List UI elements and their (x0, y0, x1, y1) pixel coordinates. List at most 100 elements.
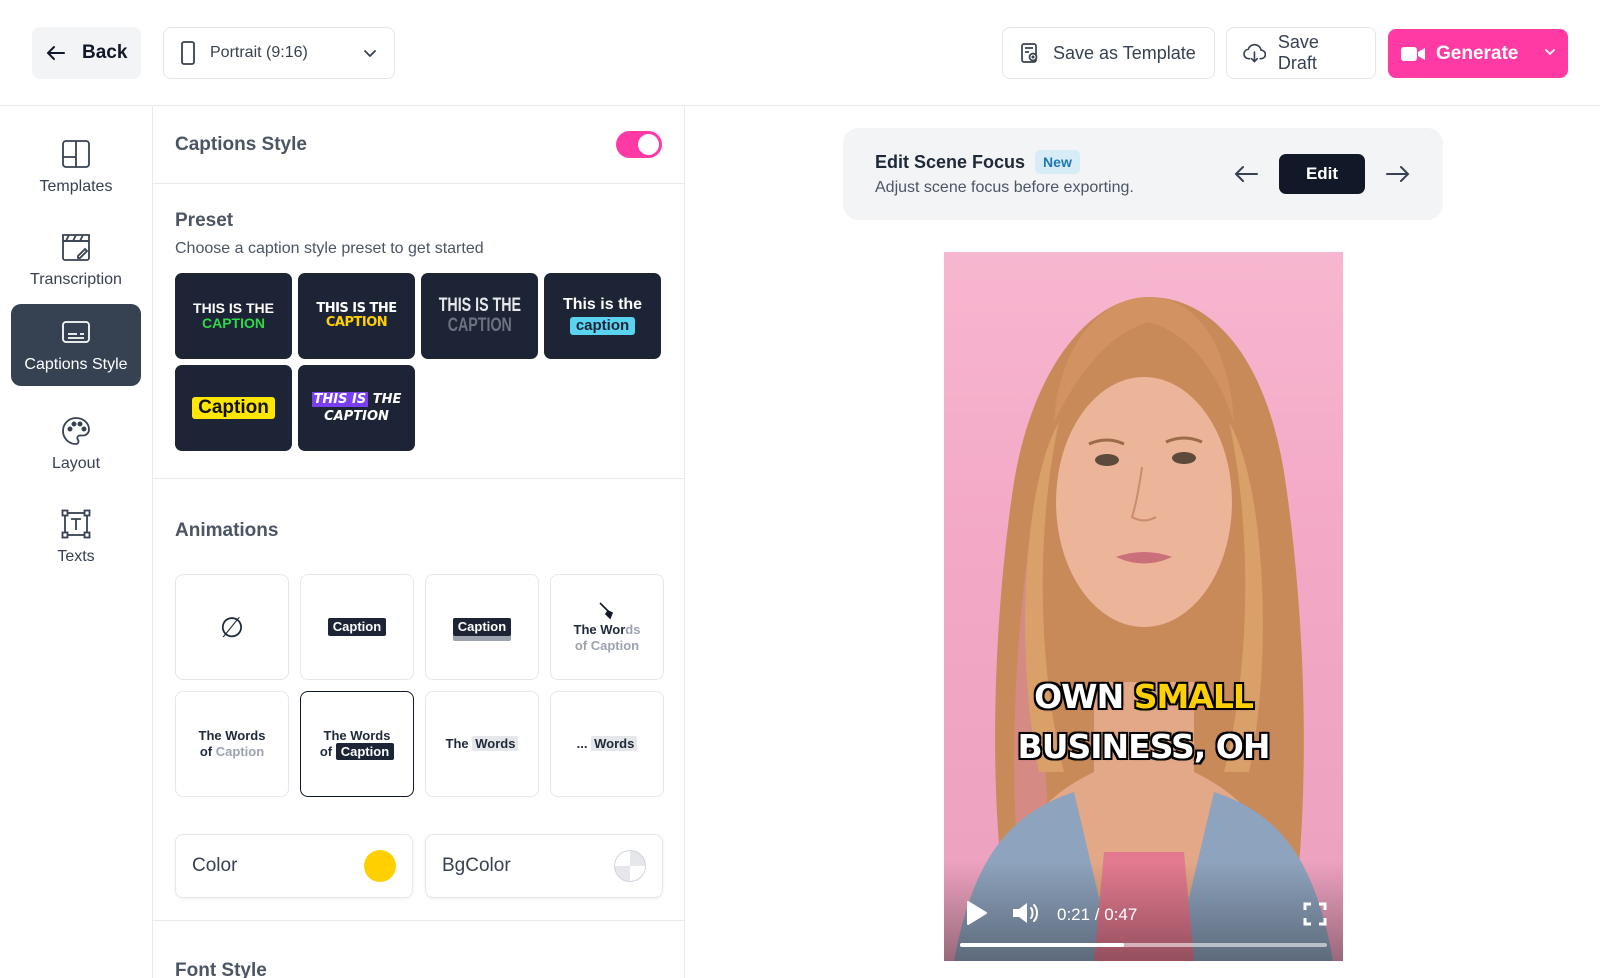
play-icon[interactable] (962, 899, 990, 927)
video-progress-bar[interactable] (960, 943, 1327, 947)
divider (153, 920, 684, 921)
preset-line: THIS IS THE (316, 301, 397, 317)
video-preview[interactable]: OWN SMALL BUSINESS, OH 0:21 / 0:47 (944, 252, 1343, 961)
preset-subtitle: Choose a caption style preset to get sta… (175, 240, 484, 257)
animation-text: Caption (215, 744, 265, 759)
generate-label: Generate (1436, 42, 1519, 64)
preset-line: CAPTION (447, 315, 512, 336)
animations-title: Animations (175, 520, 279, 541)
preset-card[interactable]: THIS IS THE CAPTION (175, 273, 292, 359)
animation-option[interactable]: The Words of Caption (175, 691, 289, 797)
templates-icon (62, 140, 90, 168)
preset-line: This is the (562, 296, 643, 314)
color-label: Color (192, 855, 238, 876)
preset-card[interactable]: Caption (175, 365, 292, 451)
preset-line: THIS IS THE (193, 300, 274, 317)
top-bar: Back Portrait (9:16) Save as Template Sa… (0, 0, 1600, 106)
panel-title: Captions Style (175, 133, 307, 155)
preset-line: Caption (192, 397, 275, 419)
animation-text: ds (625, 621, 641, 637)
color-swatch (364, 850, 396, 882)
animation-text: Words (591, 735, 638, 751)
preset-line: CAPTION (325, 315, 388, 330)
previous-button[interactable] (1229, 158, 1263, 190)
captions-icon (62, 321, 90, 343)
scene-subtitle: Adjust scene focus before exporting. (875, 179, 1134, 196)
animation-line: of Caption (319, 743, 395, 760)
nav-item-texts[interactable]: Texts (11, 496, 141, 578)
back-button[interactable]: Back (32, 27, 141, 79)
nav-label: Transcription (30, 271, 122, 288)
clapperboard-icon (62, 234, 90, 261)
fullscreen-icon[interactable] (1302, 901, 1328, 927)
save-draft-button[interactable]: Save Draft (1226, 27, 1376, 79)
nav-item-templates[interactable]: Templates (11, 126, 141, 208)
save-as-template-button[interactable]: Save as Template (1002, 27, 1215, 79)
preset-line: caption (569, 317, 636, 335)
animation-option[interactable]: Caption (300, 574, 414, 680)
phone-icon (181, 41, 195, 65)
animation-line: The Words (574, 622, 641, 638)
video-controls: 0:21 / 0:47 (944, 861, 1343, 961)
animation-option[interactable]: Caption (425, 574, 539, 680)
preset-card[interactable]: THIS IS THE CAPTION (298, 273, 415, 359)
nav-label: Layout (51, 455, 101, 472)
cloud-download-icon (1243, 43, 1266, 63)
preset-card[interactable]: THIS IS THE CAPTION (421, 273, 538, 359)
animation-text: ... (576, 735, 592, 751)
template-save-icon (1021, 43, 1038, 63)
animation-option[interactable]: The Words (425, 691, 539, 797)
caption-line-2: BUSINESS, OH (1017, 727, 1271, 766)
caption-line-1: OWN SMALL (944, 677, 1343, 716)
animation-text: Caption (335, 743, 395, 760)
preset-text: THE (372, 391, 402, 407)
video-progress-fill (960, 943, 1125, 947)
caption-word-highlight: SMALL (1133, 677, 1254, 716)
animation-text: of (319, 744, 336, 759)
aspect-ratio-select[interactable]: Portrait (9:16) (163, 27, 395, 79)
nav-item-layout[interactable]: Layout (11, 403, 141, 485)
no-animation-icon: ∅ (219, 611, 245, 643)
captions-toggle[interactable] (616, 131, 662, 158)
bgcolor-picker[interactable]: BgColor (425, 834, 663, 898)
preset-card[interactable]: This is the caption (544, 273, 661, 359)
new-badge: New (1035, 150, 1080, 174)
nav-label: Captions Style (24, 356, 128, 373)
animation-option-selected[interactable]: The Words of Caption (300, 691, 414, 797)
animation-line: ... Words (576, 735, 638, 752)
preset-card[interactable]: THIS IS THE CAPTION (298, 365, 415, 451)
chevron-down-icon (364, 50, 376, 58)
preset-line: CAPTION (324, 408, 389, 424)
edit-button[interactable]: Edit (1279, 154, 1365, 194)
arrow-left-icon (46, 46, 65, 60)
animation-label: Caption (327, 617, 387, 637)
palette-icon (62, 417, 90, 445)
animation-option[interactable]: The Words of Caption (550, 574, 664, 680)
animation-none[interactable]: ∅ (175, 574, 289, 680)
nav-item-transcription[interactable]: Transcription (11, 219, 141, 301)
chevron-down-icon[interactable] (1544, 46, 1556, 61)
preset-line: CAPTION (202, 315, 265, 331)
preset-title: Preset (175, 210, 234, 231)
preset-section: Preset Choose a caption style preset to … (175, 210, 665, 258)
animation-text: The Wor (573, 621, 626, 637)
animation-text: Words (472, 735, 519, 751)
animation-text: of (199, 744, 216, 759)
animation-line: The Words (323, 727, 391, 743)
generate-button[interactable]: Generate (1388, 29, 1568, 78)
nav-label: Templates (39, 178, 113, 195)
presenter-image (954, 297, 1333, 961)
text-box-icon (61, 509, 91, 539)
nav-item-captions-style[interactable]: Captions Style (11, 304, 141, 386)
bgcolor-label: BgColor (442, 855, 511, 876)
animation-option[interactable]: ... Words (550, 691, 664, 797)
brush-icon (599, 602, 614, 620)
left-nav: Templates Transcription Captions Style L… (0, 106, 153, 978)
volume-icon[interactable] (1010, 899, 1040, 927)
color-picker[interactable]: Color (175, 834, 413, 898)
captions-style-panel: Captions Style Preset Choose a caption s… (153, 106, 685, 978)
caption-word: OWN (1034, 677, 1124, 716)
next-button[interactable] (1381, 158, 1415, 190)
animation-text: The (445, 735, 473, 751)
preset-line: THIS IS THE (311, 391, 402, 407)
